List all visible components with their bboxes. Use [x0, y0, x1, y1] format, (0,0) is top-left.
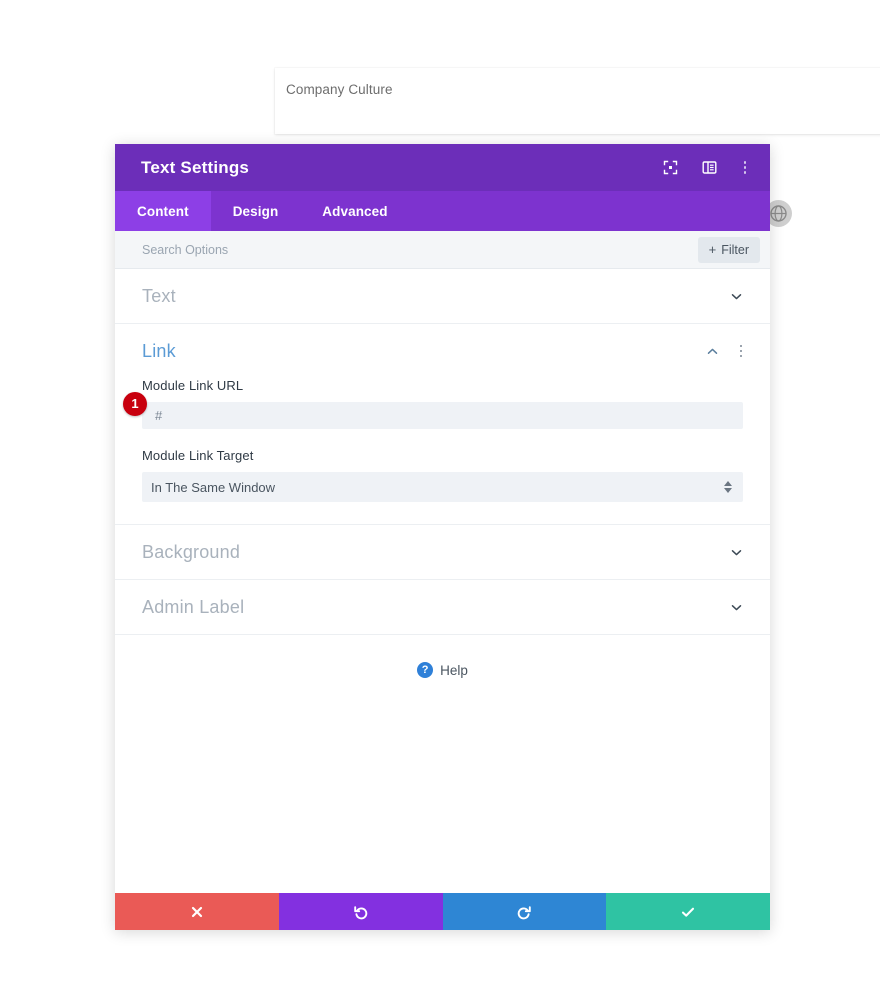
chevron-down-icon — [728, 544, 744, 560]
undo-icon — [353, 904, 369, 920]
step-badge-1: 1 — [123, 391, 147, 416]
section-text[interactable]: Text — [115, 269, 770, 324]
section-admin-label[interactable]: Admin Label — [115, 580, 770, 635]
cancel-button[interactable] — [115, 893, 279, 930]
chevron-down-icon — [728, 288, 744, 304]
section-link-more-options-icon[interactable] — [734, 342, 748, 360]
background-card: Company Culture — [275, 68, 880, 134]
filter-button-label: Filter — [721, 242, 749, 257]
section-background-title: Background — [142, 541, 241, 562]
section-text-title: Text — [142, 285, 176, 306]
close-icon — [190, 905, 204, 919]
search-input[interactable] — [142, 242, 698, 257]
redo-button[interactable] — [442, 893, 607, 930]
fullscreen-icon[interactable] — [660, 158, 680, 178]
module-link-url-label: Module Link URL — [142, 378, 244, 393]
background-card-text: Company Culture — [286, 82, 393, 97]
field-module-link-url: Module Link URL 1 — [115, 378, 770, 429]
field-module-link-target: Module Link Target In The Same Window In… — [115, 448, 770, 502]
section-admin-label-title: Admin Label — [142, 596, 245, 617]
text-settings-modal: Text Settings Content Design Advanced Se… — [115, 144, 770, 930]
section-link: Link Module Link URL 1 # Module Link Tar… — [115, 324, 770, 525]
panel-layout-icon[interactable] — [699, 158, 719, 178]
help-icon: ? — [417, 662, 434, 678]
tab-advanced[interactable]: Advanced — [300, 191, 409, 231]
section-background[interactable]: Background — [115, 525, 770, 580]
section-link-title: Link — [142, 340, 176, 361]
modal-title: Text Settings — [141, 157, 250, 177]
module-link-url-input[interactable] — [142, 402, 743, 429]
tab-bar: Content Design Advanced — [115, 191, 770, 231]
undo-button[interactable] — [278, 893, 443, 930]
modal-header: Text Settings — [115, 144, 770, 191]
modal-footer — [115, 893, 770, 930]
save-button[interactable] — [606, 893, 770, 930]
chevron-down-icon — [728, 599, 744, 615]
tab-design[interactable]: Design — [211, 191, 301, 231]
modal-body: Text Link Module Link URL 1 # Module Lin… — [115, 269, 770, 893]
section-link-header[interactable]: Link — [115, 324, 770, 378]
section-link-actions — [704, 342, 748, 360]
screen: Company Culture Text Settings Content De… — [0, 0, 880, 990]
header-icon-group — [660, 158, 752, 178]
filter-button[interactable]: + Filter — [697, 236, 760, 263]
help-label: Help — [440, 662, 468, 678]
plus-icon: + — [708, 242, 717, 257]
check-icon — [680, 904, 696, 920]
chevron-up-icon[interactable] — [704, 343, 720, 359]
help-link[interactable]: ? Help — [115, 635, 770, 678]
module-link-target-label: Module Link Target — [142, 448, 254, 463]
module-link-target-select[interactable]: In The Same Window In The New Tab — [142, 472, 743, 502]
search-bar: + Filter — [115, 231, 770, 269]
redo-icon — [516, 904, 532, 920]
tab-content[interactable]: Content — [115, 191, 211, 231]
more-options-icon[interactable] — [738, 159, 752, 177]
module-link-target-select-wrap: In The Same Window In The New Tab — [142, 472, 743, 502]
